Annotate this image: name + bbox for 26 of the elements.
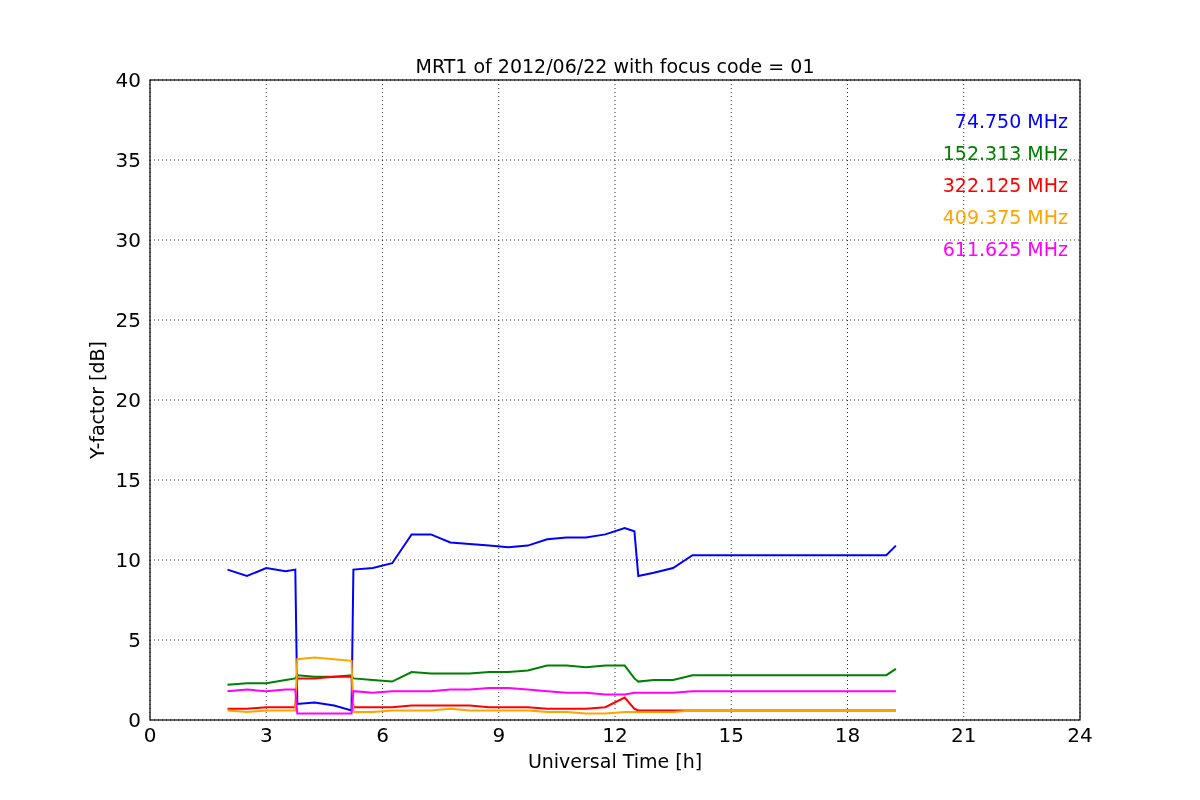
y-tick-label: 5 bbox=[128, 628, 141, 652]
legend-label: 611.625 MHz bbox=[942, 238, 1068, 260]
x-tick-label: 21 bbox=[951, 723, 977, 747]
y-tick-label: 10 bbox=[115, 548, 141, 572]
y-tick-label: 35 bbox=[115, 148, 141, 172]
x-tick-label: 15 bbox=[718, 723, 744, 747]
legend-label: 409.375 MHz bbox=[942, 206, 1068, 228]
x-tick-label: 18 bbox=[834, 723, 861, 747]
y-tick-label: 15 bbox=[115, 468, 141, 492]
y-tick-label: 25 bbox=[115, 308, 141, 332]
x-tick-label: 24 bbox=[1067, 723, 1093, 747]
y-tick-label: 40 bbox=[115, 68, 141, 92]
x-tick-label: 3 bbox=[259, 723, 273, 747]
legend-label: 152.313 MHz bbox=[942, 142, 1068, 164]
y-tick-label: 20 bbox=[115, 388, 141, 412]
x-tick-label: 12 bbox=[602, 723, 628, 747]
legend-label: 322.125 MHz bbox=[942, 174, 1068, 196]
y-axis-label: Y-factor [dB] bbox=[86, 341, 108, 459]
chart-title: MRT1 of 2012/06/22 with focus code = 01 bbox=[415, 55, 815, 77]
x-axis-label: Universal Time [h] bbox=[527, 750, 703, 772]
x-tick-label: 6 bbox=[376, 723, 389, 747]
legend-label: 74.750 MHz bbox=[954, 110, 1068, 132]
y-tick-label: 0 bbox=[128, 708, 141, 732]
x-tick-label: 9 bbox=[492, 723, 506, 747]
x-tick-label: 0 bbox=[143, 723, 157, 747]
y-tick-label: 30 bbox=[115, 228, 141, 252]
